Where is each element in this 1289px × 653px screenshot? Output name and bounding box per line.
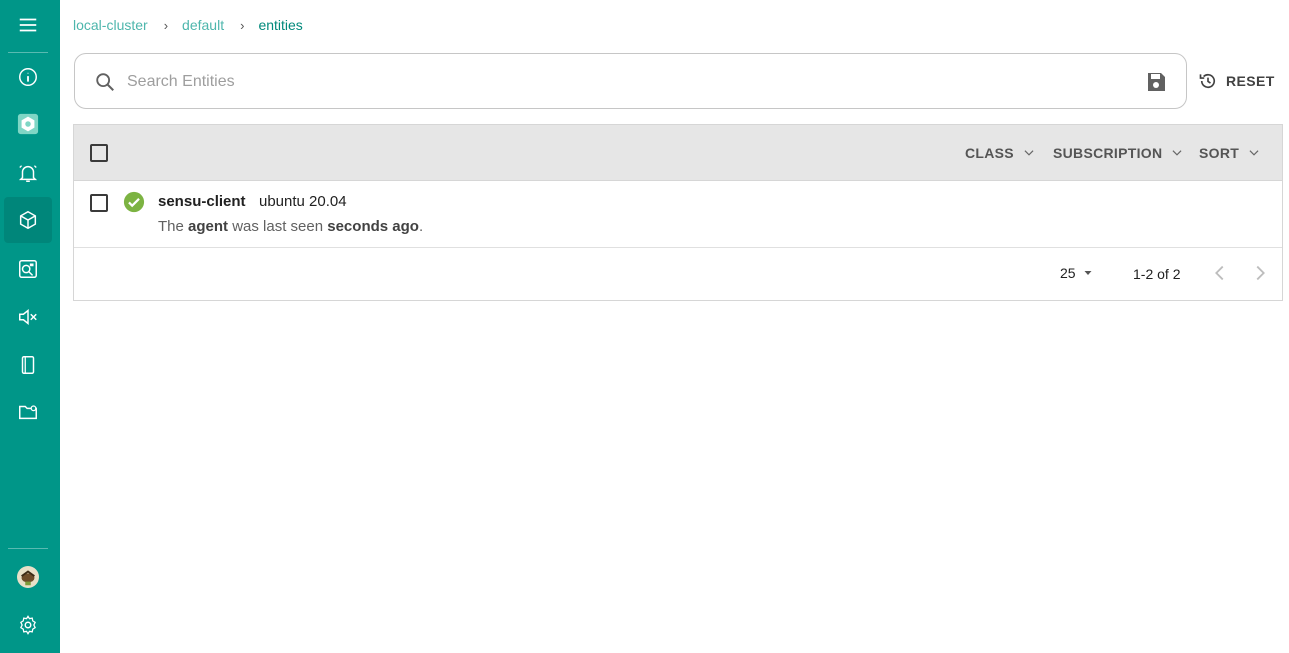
sidebar-divider-bottom: [8, 548, 48, 549]
desc-suffix: .: [418, 218, 424, 235]
entity-name[interactable]: sensu-client: [158, 193, 246, 210]
reset-label: RESET: [1226, 73, 1275, 89]
desc-middle: was last seen: [228, 218, 328, 235]
save-search-icon[interactable]: [1144, 70, 1168, 94]
silences-icon[interactable]: [4, 294, 52, 340]
subscription-filter-label: SUBSCRIPTION: [1053, 145, 1163, 161]
sidebar-divider: [8, 52, 48, 53]
chevron-down-icon: [1024, 150, 1034, 156]
subscription-filter[interactable]: SUBSCRIPTION: [1053, 143, 1184, 163]
breadcrumb-namespace[interactable]: default: [182, 17, 224, 33]
rows-per-page-select[interactable]: 25: [1060, 265, 1094, 281]
chevron-right-icon[interactable]: [1249, 262, 1271, 284]
checks-icon[interactable]: [4, 246, 52, 292]
chevron-left-icon[interactable]: [1209, 262, 1231, 284]
row-checkbox[interactable]: [90, 194, 108, 212]
info-icon[interactable]: [4, 54, 52, 100]
table-header: CLASS SUBSCRIPTION SORT: [74, 125, 1282, 181]
class-filter-label: CLASS: [965, 145, 1014, 161]
config-icon[interactable]: [4, 389, 52, 435]
sidebar: [0, 0, 60, 653]
check-circle-icon: [123, 191, 145, 213]
search-input[interactable]: [127, 64, 1127, 100]
history-icon: [1199, 73, 1216, 89]
settings-icon[interactable]: [4, 602, 52, 648]
search-bar: [74, 53, 1187, 109]
breadcrumb-separator: ›: [240, 17, 245, 33]
class-filter[interactable]: CLASS: [965, 143, 1036, 163]
menu-icon[interactable]: [4, 2, 52, 48]
reset-button[interactable]: RESET: [1198, 68, 1275, 94]
avatar[interactable]: [4, 554, 52, 600]
arrow-drop-down-icon: [1084, 271, 1092, 275]
sort-filter[interactable]: SORT: [1199, 143, 1261, 163]
breadcrumb: local-cluster › default › entities: [73, 16, 303, 34]
breadcrumb-current: entities: [258, 17, 303, 33]
breadcrumb-cluster[interactable]: local-cluster: [73, 17, 148, 33]
rows-per-page-value: 25: [1060, 265, 1076, 281]
sort-filter-label: SORT: [1199, 145, 1240, 161]
chevron-down-icon: [1249, 150, 1259, 156]
entity-os: ubuntu 20.04: [259, 193, 347, 210]
breadcrumb-separator: ›: [163, 17, 169, 33]
desc-prefix: The: [158, 218, 189, 235]
page-range: 1-2 of 2: [1133, 266, 1181, 282]
table-pagination: 25 1-2 of 2: [74, 248, 1282, 300]
entities-table: CLASS SUBSCRIPTION SORT sensu-client ubu…: [73, 124, 1283, 301]
handlers-icon[interactable]: [4, 342, 52, 388]
events-icon[interactable]: [4, 150, 52, 196]
desc-time: seconds ago: [327, 218, 419, 235]
table-row[interactable]: sensu-client ubuntu 20.04 The agent was …: [74, 181, 1282, 248]
chevron-down-icon: [1172, 150, 1182, 156]
namespace-icon[interactable]: [4, 101, 52, 147]
entities-icon[interactable]: [4, 197, 52, 243]
desc-agent: agent: [188, 218, 229, 235]
select-all-checkbox[interactable]: [90, 144, 108, 162]
search-icon: [96, 73, 114, 91]
entity-description: The agent was last seen seconds ago.: [158, 218, 423, 235]
